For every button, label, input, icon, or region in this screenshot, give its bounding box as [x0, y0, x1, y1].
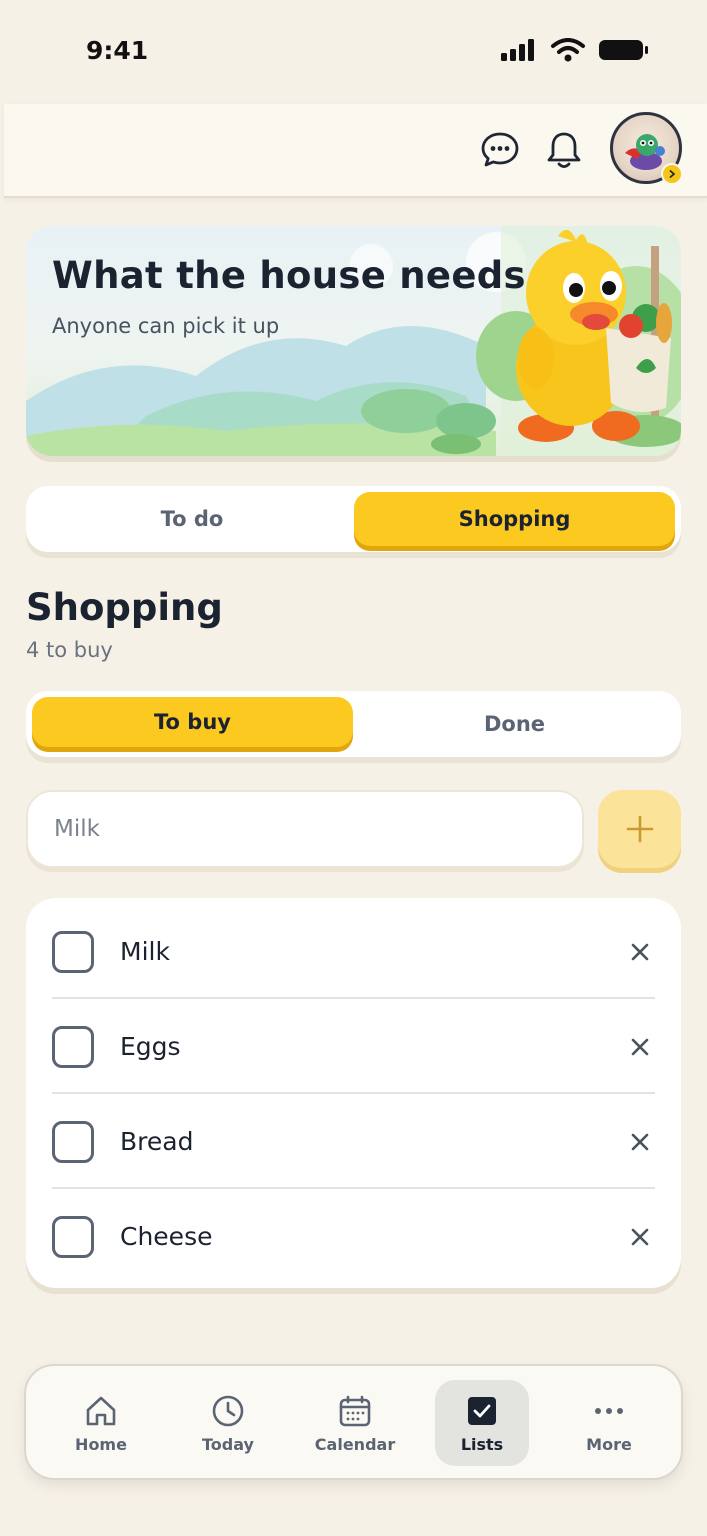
item-checkbox[interactable] [52, 1025, 94, 1068]
plus-icon [626, 815, 653, 843]
checkbox-icon [468, 1396, 496, 1425]
more-icon [595, 1407, 623, 1414]
bell-icon [547, 132, 581, 168]
header-bar [4, 104, 707, 198]
chevron-right-icon [661, 163, 683, 185]
nav-label: Calendar [314, 1434, 396, 1454]
nav-label: Today [202, 1434, 254, 1454]
remove-item-button[interactable] [625, 1032, 655, 1062]
tab-done[interactable]: Done [354, 697, 675, 751]
list-type-segmented-control: To do Shopping [26, 486, 681, 552]
section-title: Shopping [26, 586, 223, 629]
hero-subtitle: Anyone can pick it up [52, 314, 280, 338]
wifi-icon [551, 38, 585, 62]
item-label: Bread [120, 1127, 194, 1156]
item-checkbox[interactable] [52, 930, 94, 973]
messages-button[interactable] [478, 128, 522, 172]
status-time: 9:41 [86, 36, 149, 65]
calendar-icon [339, 1395, 371, 1426]
status-bar: 9:41 [0, 0, 707, 100]
clock-icon [212, 1395, 244, 1426]
tab-to-buy[interactable]: To buy [32, 697, 353, 747]
add-item-input[interactable] [26, 790, 584, 868]
add-item-button[interactable] [598, 790, 681, 868]
item-label: Milk [120, 937, 170, 966]
nav-label: Home [75, 1434, 127, 1454]
status-icons [501, 38, 649, 62]
battery-icon [599, 40, 648, 60]
close-icon [631, 943, 649, 960]
list-item: Bread [52, 1094, 655, 1189]
shopping-list: Milk Eggs Bread Cheese [26, 898, 681, 1288]
close-icon [631, 1038, 649, 1055]
remove-item-button[interactable] [625, 1127, 655, 1157]
item-checkbox[interactable] [52, 1215, 94, 1258]
hero-banner: What the house needs Anyone can pick it … [26, 226, 681, 456]
hero-title: What the house needs [52, 254, 526, 297]
filter-segmented-control: To buy Done [26, 691, 681, 757]
nav-home[interactable]: Home [54, 1380, 148, 1466]
close-icon [631, 1133, 649, 1150]
home-icon [86, 1396, 116, 1425]
nav-label: Lists [460, 1434, 504, 1454]
item-label: Eggs [120, 1032, 181, 1061]
nav-today[interactable]: Today [181, 1380, 275, 1466]
list-item: Milk [52, 904, 655, 999]
tab-shopping[interactable]: Shopping [354, 492, 675, 546]
nav-calendar[interactable]: Calendar [308, 1380, 402, 1466]
list-item: Eggs [52, 999, 655, 1094]
item-checkbox[interactable] [52, 1120, 94, 1163]
remove-item-button[interactable] [625, 937, 655, 967]
tab-to-do[interactable]: To do [32, 492, 352, 546]
nav-more[interactable]: More [562, 1380, 656, 1466]
remove-item-button[interactable] [625, 1222, 655, 1252]
close-icon [631, 1228, 649, 1245]
profile-avatar[interactable] [610, 112, 683, 185]
cellular-signal-icon [501, 39, 534, 61]
chat-bubble-icon [481, 132, 519, 167]
nav-lists[interactable]: Lists [435, 1380, 529, 1466]
list-item: Cheese [52, 1189, 655, 1284]
section-subtitle: 4 to buy [26, 638, 113, 662]
notifications-button[interactable] [542, 128, 586, 172]
nav-label: More [586, 1434, 632, 1454]
bottom-tab-bar: Home Today Calendar Lists More [24, 1364, 683, 1480]
item-label: Cheese [120, 1222, 213, 1251]
